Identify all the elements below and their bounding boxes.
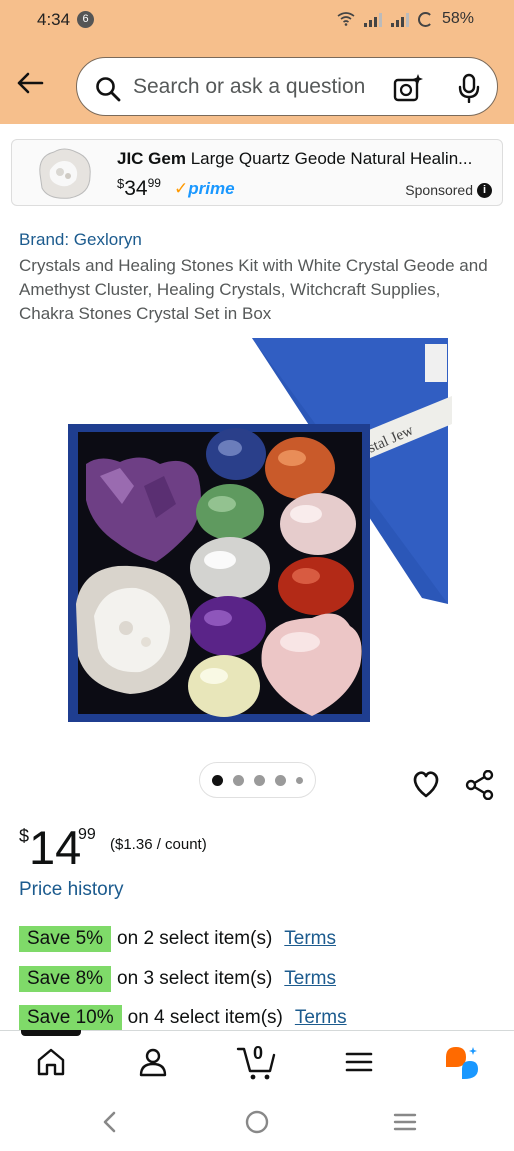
menu-icon[interactable] xyxy=(345,1047,373,1077)
ad-product-title: Large Quartz Geode Natural Healin... xyxy=(190,149,473,168)
carousel-dot-5[interactable] xyxy=(296,776,303,784)
battery-icon xyxy=(417,11,433,27)
search-icon xyxy=(96,77,121,102)
signal-icon-2 xyxy=(390,12,409,27)
save-badge: Save 8% xyxy=(19,966,112,992)
promotion-row: Save 10% on 4 select item(s) Terms xyxy=(19,1005,347,1031)
sponsored-ad-banner[interactable]: JIC Gem Large Quartz Geode Natural Heali… xyxy=(11,139,503,206)
promotion-row: Save 5% on 2 select item(s) Terms xyxy=(19,926,336,952)
sponsored-label[interactable]: Sponsored i xyxy=(405,182,492,198)
wifi-icon xyxy=(337,12,355,26)
carousel-dot-4[interactable] xyxy=(275,774,286,786)
terms-link[interactable]: Terms xyxy=(284,968,336,990)
geode-thumbnail-image xyxy=(39,148,91,199)
promotion-row: Save 8% on 3 select item(s) Terms xyxy=(19,966,336,992)
carousel-dot-1[interactable] xyxy=(212,774,223,786)
cart-count: 0 xyxy=(253,1043,264,1063)
product-image[interactable]: Crystal Jew xyxy=(60,336,460,731)
search-bar[interactable] xyxy=(76,57,498,116)
unit-price: ($1.36 / count) xyxy=(110,836,207,853)
image-carousel-dots[interactable] xyxy=(199,762,316,798)
system-home-icon[interactable] xyxy=(245,1110,269,1134)
battery-percent: 58% xyxy=(441,10,474,27)
bottom-navigation: 0 xyxy=(0,1030,514,1092)
search-input[interactable] xyxy=(133,72,383,102)
system-navigation-bar xyxy=(0,1092,514,1151)
account-icon[interactable] xyxy=(138,1047,168,1077)
save-badge: Save 10% xyxy=(19,1005,122,1031)
carousel-dot-3[interactable] xyxy=(254,774,265,786)
system-back-icon[interactable] xyxy=(100,1110,120,1134)
notification-count-badge: 6 xyxy=(77,11,94,28)
rufus-assistant-icon[interactable] xyxy=(444,1045,480,1081)
ad-title: JIC Gem Large Quartz Geode Natural Heali… xyxy=(117,149,497,169)
share-icon[interactable] xyxy=(465,770,495,800)
ad-price: $3499 xyxy=(117,176,161,200)
promotion-text: on 3 select item(s) xyxy=(117,968,273,989)
home-icon[interactable] xyxy=(36,1047,66,1077)
back-arrow-icon[interactable] xyxy=(15,68,45,98)
prime-badge: ✓prime xyxy=(174,179,235,198)
heart-icon[interactable] xyxy=(411,770,441,798)
brand-link[interactable]: Brand: Gexloryn xyxy=(19,230,142,250)
cart-button[interactable]: 0 xyxy=(236,1043,278,1081)
promotion-text: on 4 select item(s) xyxy=(127,1007,283,1028)
camera-search-icon[interactable] xyxy=(393,73,423,103)
promotion-text: on 2 select item(s) xyxy=(117,928,273,949)
app-header: 4:34 6 58% xyxy=(0,0,514,124)
system-recents-icon[interactable] xyxy=(393,1110,417,1134)
status-bar: 4:34 6 58% xyxy=(0,0,514,42)
product-title: Crystals and Healing Stones Kit with Whi… xyxy=(19,256,488,323)
carousel-dot-2[interactable] xyxy=(233,774,244,786)
info-icon[interactable]: i xyxy=(477,182,492,198)
active-tab-indicator xyxy=(21,1030,81,1036)
terms-link[interactable]: Terms xyxy=(295,1007,347,1029)
terms-link[interactable]: Terms xyxy=(284,928,336,950)
status-time: 4:34 xyxy=(37,10,71,29)
microphone-icon[interactable] xyxy=(457,73,481,103)
save-badge: Save 5% xyxy=(19,926,112,952)
price-history-link[interactable]: Price history xyxy=(19,879,124,901)
ad-brand: JIC Gem xyxy=(117,149,186,168)
signal-icon xyxy=(363,12,382,27)
status-icons: 58% xyxy=(337,10,474,28)
